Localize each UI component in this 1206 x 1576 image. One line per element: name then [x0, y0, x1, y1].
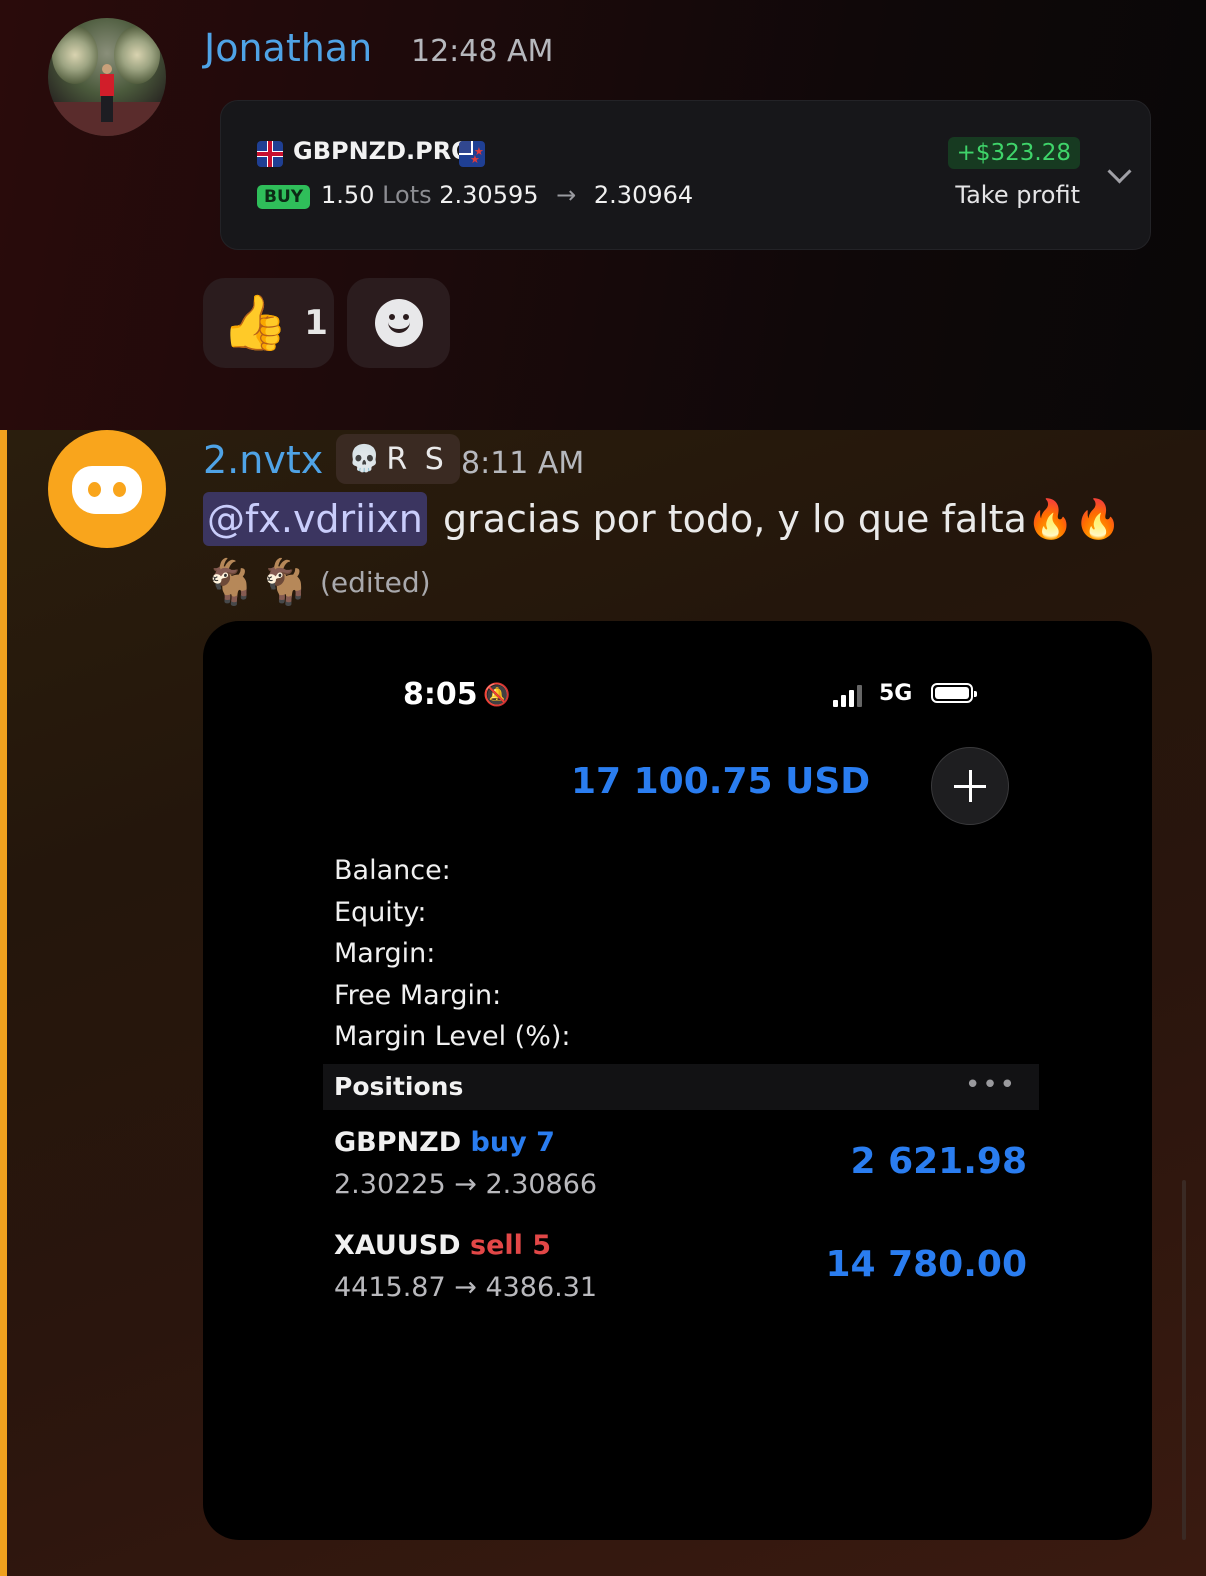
position-profit: 2 621.98: [850, 1141, 1027, 1182]
trade-embed-card[interactable]: GBPNZD.PRO ★ ★ BUY 1.50 Lots 2.30595 → 2…: [220, 100, 1151, 250]
discord-logo-icon: [72, 466, 142, 514]
nz-flag-icon: ★ ★: [459, 141, 485, 167]
signal-icon: [833, 685, 863, 707]
position-profit: 14 780.00: [825, 1244, 1027, 1285]
username[interactable]: Jonathan: [204, 26, 372, 70]
lots-label: Lots: [382, 181, 432, 209]
trade-side-badge: BUY: [257, 185, 311, 209]
positions-header: Positions •••: [323, 1064, 1039, 1110]
plus-icon: [931, 747, 1009, 825]
position-prices: 2.30225 → 2.30866: [334, 1169, 598, 1200]
close-price: 2.30964: [593, 181, 694, 209]
battery-icon: [931, 683, 977, 703]
user-mention[interactable]: @fx.vdriixn: [203, 492, 427, 546]
position-side: sell 5: [470, 1230, 552, 1261]
attached-screenshot[interactable]: 8:05 🔕 5G 17 100.75 USD Balance: Equity:…: [203, 621, 1152, 1540]
free-margin-label: Free Margin:: [334, 980, 502, 1011]
message-timestamp: 12:48 AM: [411, 34, 554, 69]
close-reason: Take profit: [955, 181, 1080, 209]
position-symbol: XAUUSD sell 5: [334, 1230, 551, 1261]
reaction-thumbs-up[interactable]: 👍 1: [203, 278, 334, 368]
bell-slash-icon: 🔕: [483, 683, 511, 708]
goat-emoji-line: 🐐🐐: [203, 557, 313, 608]
position-symbol-name: XAUUSD: [334, 1230, 461, 1261]
equity-label: Equity:: [334, 897, 427, 928]
positions-title: Positions: [334, 1072, 464, 1101]
uk-flag-icon: [257, 141, 283, 167]
edited-indicator: (edited): [320, 566, 431, 599]
position-side: buy 7: [470, 1127, 555, 1158]
trade-symbol: GBPNZD.PRO: [293, 137, 472, 165]
trade-details: 1.50 Lots 2.30595 → 2.30964: [321, 181, 693, 209]
reaction-count: 1: [304, 303, 328, 343]
thumbs-up-icon: 👍: [221, 291, 289, 354]
network-type: 5G: [879, 681, 913, 706]
profit-badge: +$323.28: [947, 137, 1080, 169]
message-timestamp: 8:11 AM: [461, 446, 585, 481]
margin-level-label: Margin Level (%):: [334, 1021, 571, 1052]
username[interactable]: 2.nvtx: [203, 438, 323, 482]
chevron-down-icon[interactable]: [1107, 159, 1132, 184]
scrollbar[interactable]: [1182, 1180, 1186, 1540]
role-tag[interactable]: 💀 R S: [336, 434, 460, 484]
user-avatar-2nvtx[interactable]: [48, 430, 166, 548]
status-bar-time: 8:05: [403, 677, 478, 712]
lots-value: 1.50: [321, 181, 375, 209]
mention-highlight-bar: [0, 430, 7, 1576]
open-price: 2.30595: [439, 181, 539, 209]
position-prices: 4415.87 → 4386.31: [334, 1272, 598, 1303]
user-avatar-jonathan[interactable]: [48, 18, 166, 136]
add-reaction-button[interactable]: [347, 278, 450, 368]
margin-label: Margin:: [334, 938, 436, 969]
equity-header: 17 100.75 USD: [571, 761, 871, 802]
position-symbol-name: GBPNZD: [334, 1127, 462, 1158]
message-text: gracias por todo, y lo que falta🔥🔥: [443, 497, 1122, 541]
skull-icon: 💀: [348, 444, 381, 474]
role-tag-label: R S: [386, 441, 448, 477]
smile-icon: [375, 299, 423, 347]
position-symbol: GBPNZD buy 7: [334, 1127, 555, 1158]
more-icon: •••: [964, 1070, 1017, 1100]
arrow-right-icon: →: [556, 181, 577, 209]
balance-label: Balance:: [334, 855, 451, 886]
